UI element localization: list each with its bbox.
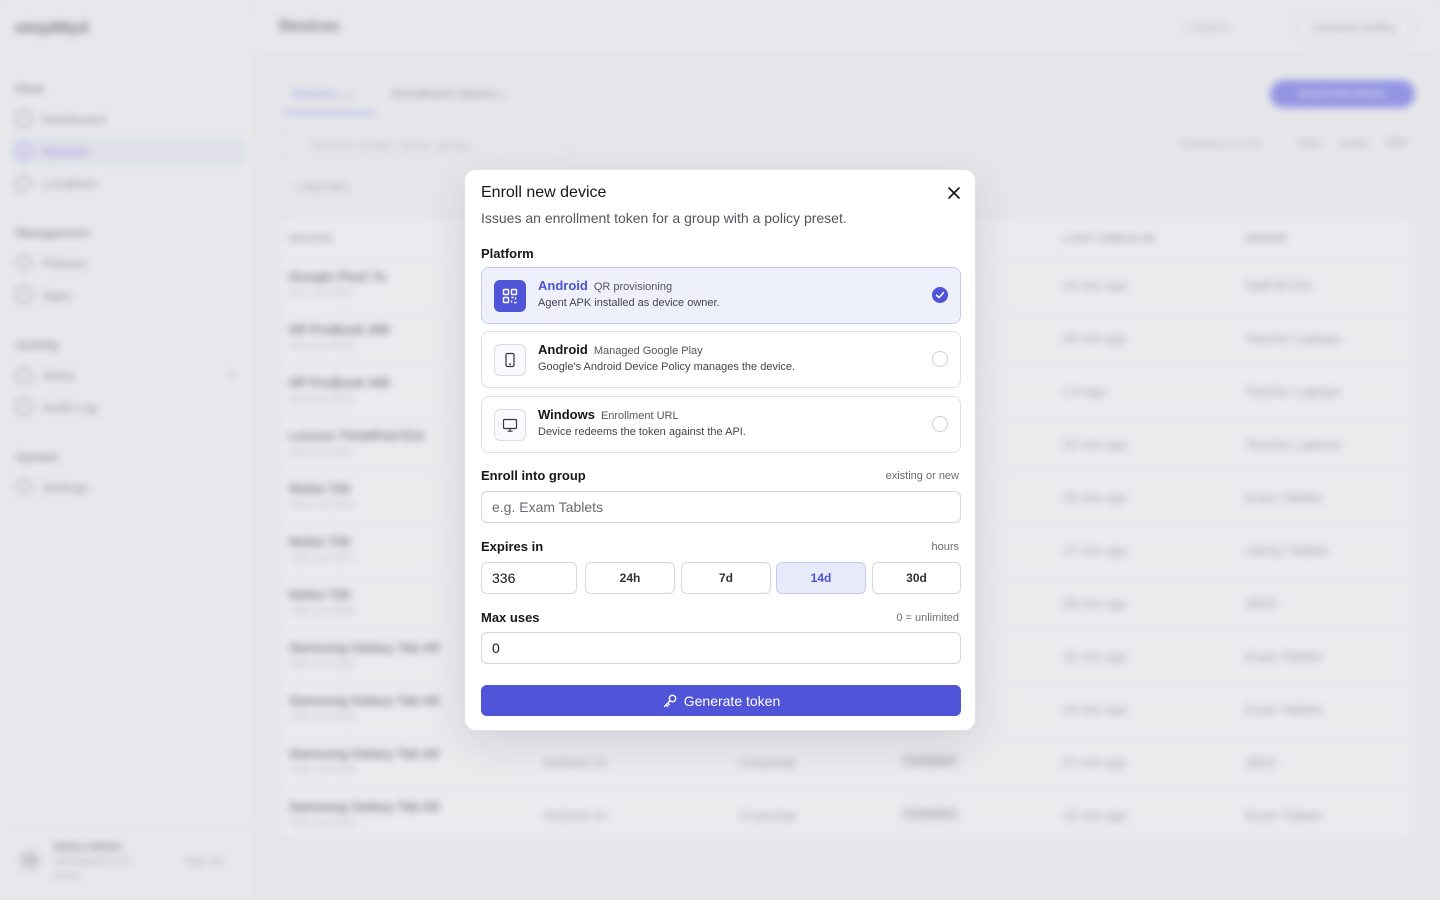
expires-preset-14d[interactable]: 14d [776, 562, 866, 594]
check-icon [935, 291, 945, 299]
max-uses-hint: 0 = unlimited [896, 612, 959, 624]
expires-hours-input[interactable] [481, 562, 577, 594]
max-uses-label: Max uses [481, 610, 540, 625]
option-icon-wrap [494, 344, 526, 376]
option-name: Android [538, 278, 588, 293]
dialog-title: Enroll new device [481, 184, 607, 201]
option-description: Google's Android Device Policy manages t… [538, 361, 796, 373]
qr-code-icon [502, 288, 518, 304]
platform-label: Platform [481, 246, 534, 261]
monitor-icon [502, 418, 518, 432]
expires-label: Expires in [481, 539, 544, 554]
group-hint: existing or new [885, 470, 959, 482]
platform-option-android-qr[interactable]: Android QR provisioning Agent APK install… [481, 267, 961, 324]
platform-option-windows[interactable]: Windows Enrollment URL Device redeems the… [481, 396, 961, 453]
option-icon-wrap [494, 409, 526, 441]
expires-preset-24h[interactable]: 24h [585, 562, 675, 594]
platform-option-android-managed-play[interactable]: Android Managed Google Play Google's Andr… [481, 331, 961, 388]
max-uses-input[interactable] [481, 632, 961, 664]
option-description: Device redeems the token against the API… [538, 426, 746, 438]
expires-hint: hours [931, 541, 959, 553]
option-tag: Enrollment URL [600, 410, 679, 422]
option-name: Windows [538, 407, 595, 422]
dialog-subtitle: Issues an enrollment token for a group w… [481, 210, 847, 226]
radio-selected[interactable] [932, 287, 948, 303]
option-title: Android QR provisioning [538, 278, 672, 293]
radio-unselected[interactable] [932, 416, 948, 432]
option-tag: QR provisioning [593, 281, 673, 293]
option-description: Agent APK installed as device owner. [538, 297, 720, 309]
group-input[interactable] [481, 491, 961, 523]
option-icon-wrap [494, 280, 526, 312]
radio-unselected[interactable] [932, 351, 948, 367]
smartphone-icon [505, 352, 515, 368]
close-button[interactable] [943, 182, 965, 204]
expires-preset-30d[interactable]: 30d [872, 562, 961, 594]
expires-preset-7d[interactable]: 7d [681, 562, 771, 594]
key-icon [663, 694, 677, 707]
option-title: Android Managed Google Play [538, 342, 703, 357]
enroll-device-dialog: Enroll new device Issues an enrollment t… [464, 169, 976, 731]
option-title: Windows Enrollment URL [538, 407, 679, 422]
option-name: Android [538, 342, 588, 357]
group-label: Enroll into group [481, 468, 586, 483]
option-tag: Managed Google Play [593, 345, 703, 357]
generate-token-button[interactable]: Generate token [481, 685, 961, 716]
close-icon [948, 187, 960, 199]
generate-token-label: Generate token [683, 692, 781, 709]
